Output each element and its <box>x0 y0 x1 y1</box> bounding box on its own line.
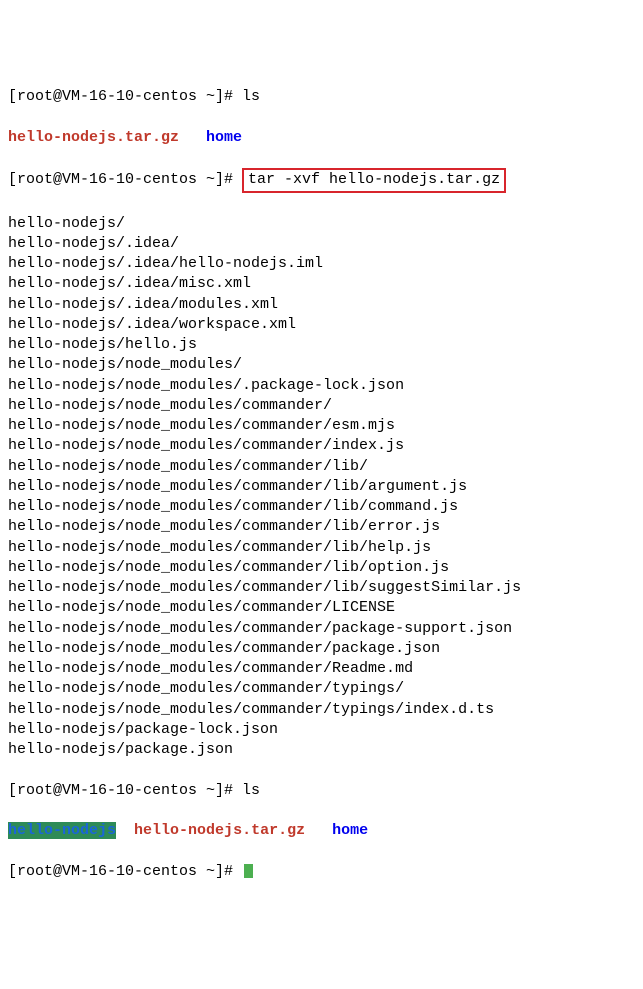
ls-output-1: hello-nodejs.tar.gz home <box>8 128 635 148</box>
tar-output-line: hello-nodejs/node_modules/commander/lib/… <box>8 497 635 517</box>
dir-home: home <box>332 822 368 839</box>
tar-output-line: hello-nodejs/node_modules/.package-lock.… <box>8 376 635 396</box>
tar-output-line: hello-nodejs/node_modules/commander/lib/… <box>8 578 635 598</box>
cmd-ls: ls <box>242 88 260 105</box>
prompt: [root@VM-16-10-centos ~]# <box>8 863 242 880</box>
tar-output-line: hello-nodejs/node_modules/commander/inde… <box>8 436 635 456</box>
prompt-line-2[interactable]: [root@VM-16-10-centos ~]# tar -xvf hello… <box>8 168 635 193</box>
tar-output-line: hello-nodejs/node_modules/commander/lib/… <box>8 558 635 578</box>
file-tar-gz: hello-nodejs.tar.gz <box>134 822 305 839</box>
highlight-box: tar -xvf hello-nodejs.tar.gz <box>242 168 506 193</box>
tar-output-line: hello-nodejs/node_modules/commander/lib/… <box>8 538 635 558</box>
tar-output-line: hello-nodejs/.idea/ <box>8 234 635 254</box>
tar-output-line: hello-nodejs/node_modules/commander/ <box>8 396 635 416</box>
tar-output-line: hello-nodejs/node_modules/commander/pack… <box>8 619 635 639</box>
prompt: [root@VM-16-10-centos ~]# <box>8 88 242 105</box>
tar-output-line: hello-nodejs/package.json <box>8 740 635 760</box>
tar-output: hello-nodejs/hello-nodejs/.idea/hello-no… <box>8 214 635 761</box>
tar-output-line: hello-nodejs/.idea/misc.xml <box>8 274 635 294</box>
tar-output-line: hello-nodejs/ <box>8 214 635 234</box>
tar-output-line: hello-nodejs/package-lock.json <box>8 720 635 740</box>
cursor-icon <box>244 864 253 878</box>
tar-output-line: hello-nodejs/node_modules/commander/typi… <box>8 679 635 699</box>
tar-output-line: hello-nodejs/node_modules/ <box>8 355 635 375</box>
tar-output-line: hello-nodejs/node_modules/commander/esm.… <box>8 416 635 436</box>
cmd-ls: ls <box>242 782 260 799</box>
tar-output-line: hello-nodejs/.idea/workspace.xml <box>8 315 635 335</box>
dir-hello-nodejs: hello-nodejs <box>8 822 116 839</box>
tar-output-line: hello-nodejs/.idea/modules.xml <box>8 295 635 315</box>
cmd-tar: tar -xvf hello-nodejs.tar.gz <box>248 171 500 188</box>
dir-home: home <box>206 129 242 146</box>
prompt: [root@VM-16-10-centos ~]# <box>8 171 242 188</box>
prompt-line-3[interactable]: [root@VM-16-10-centos ~]# ls <box>8 781 635 801</box>
tar-output-line: hello-nodejs/node_modules/commander/lib/… <box>8 477 635 497</box>
prompt-line-4[interactable]: [root@VM-16-10-centos ~]# <box>8 862 635 882</box>
file-tar-gz: hello-nodejs.tar.gz <box>8 129 179 146</box>
tar-output-line: hello-nodejs/.idea/hello-nodejs.iml <box>8 254 635 274</box>
tar-output-line: hello-nodejs/node_modules/commander/lib/ <box>8 457 635 477</box>
ls-output-2: hello-nodejs hello-nodejs.tar.gz home <box>8 821 635 841</box>
tar-output-line: hello-nodejs/node_modules/commander/Read… <box>8 659 635 679</box>
tar-output-line: hello-nodejs/node_modules/commander/LICE… <box>8 598 635 618</box>
tar-output-line: hello-nodejs/node_modules/commander/pack… <box>8 639 635 659</box>
tar-output-line: hello-nodejs/hello.js <box>8 335 635 355</box>
tar-output-line: hello-nodejs/node_modules/commander/lib/… <box>8 517 635 537</box>
tar-output-line: hello-nodejs/node_modules/commander/typi… <box>8 700 635 720</box>
prompt-line-1[interactable]: [root@VM-16-10-centos ~]# ls <box>8 87 635 107</box>
prompt: [root@VM-16-10-centos ~]# <box>8 782 242 799</box>
